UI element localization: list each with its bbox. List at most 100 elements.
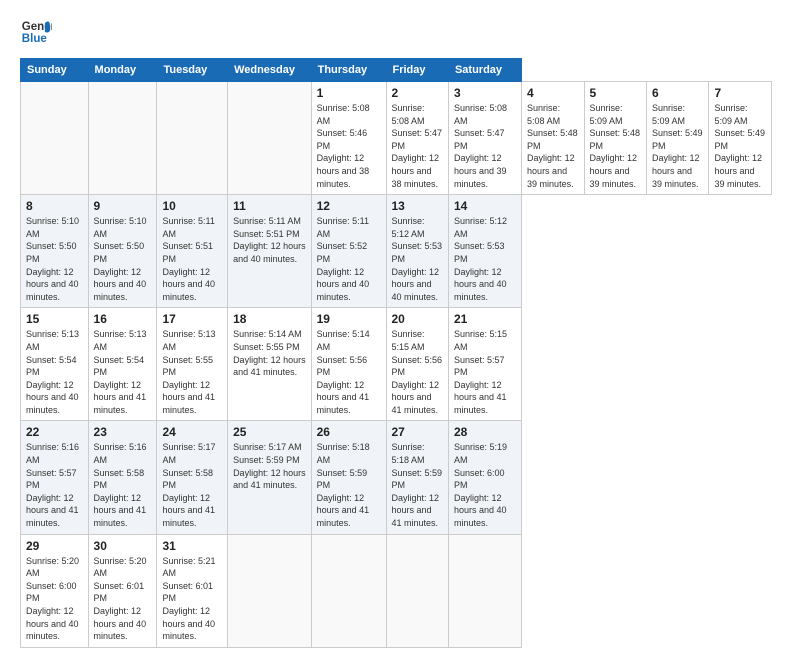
calendar-cell — [228, 534, 312, 647]
calendar-cell: 2 Sunrise: 5:08 AMSunset: 5:47 PMDaylight… — [386, 82, 448, 195]
calendar-cell: 13 Sunrise: 5:12 AMSunset: 5:53 PMDayligh… — [386, 195, 448, 308]
day-number: 1 — [317, 86, 381, 100]
calendar-cell — [386, 534, 448, 647]
calendar-cell: 10 Sunrise: 5:11 AMSunset: 5:51 PMDayligh… — [157, 195, 228, 308]
day-number: 2 — [392, 86, 443, 100]
calendar-cell: 20 Sunrise: 5:15 AMSunset: 5:56 PMDayligh… — [386, 308, 448, 421]
day-number: 15 — [26, 312, 83, 326]
logo: General Blue — [20, 16, 56, 48]
day-info: Sunrise: 5:13 AMSunset: 5:54 PMDaylight:… — [26, 328, 83, 416]
day-number: 13 — [392, 199, 443, 213]
day-info: Sunrise: 5:12 AMSunset: 5:53 PMDaylight:… — [392, 215, 443, 303]
calendar-cell: 24 Sunrise: 5:17 AMSunset: 5:58 PMDayligh… — [157, 421, 228, 534]
calendar-cell: 16Sunrise: 5:13 AMSunset: 5:54 PMDayligh… — [88, 308, 157, 421]
day-info: Sunrise: 5:08 AMSunset: 5:47 PMDaylight:… — [454, 102, 516, 190]
day-number: 27 — [392, 425, 443, 439]
day-info: Sunrise: 5:14 AMSunset: 5:55 PMDaylight:… — [233, 328, 306, 378]
day-info: Sunrise: 5:08 AMSunset: 5:47 PMDaylight:… — [392, 102, 443, 190]
day-info: Sunrise: 5:09 AMSunset: 5:49 PMDaylight:… — [652, 102, 703, 190]
day-number: 17 — [162, 312, 222, 326]
header: General Blue — [20, 16, 772, 48]
day-number: 5 — [590, 86, 641, 100]
day-number: 21 — [454, 312, 516, 326]
day-number: 7 — [714, 86, 766, 100]
day-number: 9 — [94, 199, 152, 213]
header-saturday: Saturday — [448, 59, 521, 82]
day-number: 26 — [317, 425, 381, 439]
calendar-cell: 27 Sunrise: 5:18 AMSunset: 5:59 PMDayligh… — [386, 421, 448, 534]
calendar-cell: 15 Sunrise: 5:13 AMSunset: 5:54 PMDayligh… — [21, 308, 89, 421]
calendar-week-4: 22 Sunrise: 5:16 AMSunset: 5:57 PMDayligh… — [21, 421, 772, 534]
day-number: 22 — [26, 425, 83, 439]
day-info: Sunrise: 5:09 AMSunset: 5:48 PMDaylight:… — [590, 102, 641, 190]
day-info: Sunrise: 5:20 AMSunset: 6:01 PMDaylight:… — [94, 555, 152, 643]
calendar-cell: 14Sunrise: 5:12 AMSunset: 5:53 PMDayligh… — [448, 195, 521, 308]
day-number: 25 — [233, 425, 306, 439]
day-number: 19 — [317, 312, 381, 326]
day-number: 30 — [94, 539, 152, 553]
day-number: 28 — [454, 425, 516, 439]
calendar-cell: 8 Sunrise: 5:10 AMSunset: 5:50 PMDaylight… — [21, 195, 89, 308]
day-info: Sunrise: 5:20 AMSunset: 6:00 PMDaylight:… — [26, 555, 83, 643]
calendar-cell — [311, 534, 386, 647]
calendar-cell: 19 Sunrise: 5:14 AMSunset: 5:56 PMDayligh… — [311, 308, 386, 421]
day-info: Sunrise: 5:18 AMSunset: 5:59 PMDaylight:… — [392, 441, 443, 529]
calendar-week-5: 29 Sunrise: 5:20 AMSunset: 6:00 PMDayligh… — [21, 534, 772, 647]
day-number: 8 — [26, 199, 83, 213]
day-info: Sunrise: 5:11 AMSunset: 5:51 PMDaylight:… — [162, 215, 222, 303]
day-number: 12 — [317, 199, 381, 213]
day-info: Sunrise: 5:15 AMSunset: 5:57 PMDaylight:… — [454, 328, 516, 416]
day-info: Sunrise: 5:10 AMSunset: 5:50 PMDaylight:… — [26, 215, 83, 303]
day-info: Sunrise: 5:19 AMSunset: 6:00 PMDaylight:… — [454, 441, 516, 529]
day-number: 6 — [652, 86, 703, 100]
header-monday: Monday — [88, 59, 157, 82]
calendar-cell: 18Sunrise: 5:14 AMSunset: 5:55 PMDayligh… — [228, 308, 312, 421]
calendar-cell — [157, 82, 228, 195]
calendar-cell: 5 Sunrise: 5:09 AMSunset: 5:48 PMDaylight… — [584, 82, 646, 195]
calendar-cell: 25Sunrise: 5:17 AMSunset: 5:59 PMDayligh… — [228, 421, 312, 534]
day-number: 10 — [162, 199, 222, 213]
calendar-cell: 17 Sunrise: 5:13 AMSunset: 5:55 PMDayligh… — [157, 308, 228, 421]
calendar-cell — [448, 534, 521, 647]
day-number: 23 — [94, 425, 152, 439]
day-info: Sunrise: 5:21 AMSunset: 6:01 PMDaylight:… — [162, 555, 222, 643]
calendar-week-2: 8 Sunrise: 5:10 AMSunset: 5:50 PMDaylight… — [21, 195, 772, 308]
calendar-cell: 22 Sunrise: 5:16 AMSunset: 5:57 PMDayligh… — [21, 421, 89, 534]
calendar-cell — [228, 82, 312, 195]
calendar-cell — [21, 82, 89, 195]
calendar-week-1: 1Sunrise: 5:08 AMSunset: 5:46 PMDaylight… — [21, 82, 772, 195]
calendar-header-row: SundayMondayTuesdayWednesdayThursdayFrid… — [21, 59, 772, 82]
day-number: 16 — [94, 312, 152, 326]
day-info: Sunrise: 5:11 AMSunset: 5:52 PMDaylight:… — [317, 215, 381, 303]
day-info: Sunrise: 5:13 AMSunset: 5:55 PMDaylight:… — [162, 328, 222, 416]
day-info: Sunrise: 5:18 AMSunset: 5:59 PMDaylight:… — [317, 441, 381, 529]
calendar-cell: 31Sunrise: 5:21 AMSunset: 6:01 PMDayligh… — [157, 534, 228, 647]
calendar-cell: 9 Sunrise: 5:10 AMSunset: 5:50 PMDaylight… — [88, 195, 157, 308]
calendar-cell: 12 Sunrise: 5:11 AMSunset: 5:52 PMDayligh… — [311, 195, 386, 308]
day-info: Sunrise: 5:10 AMSunset: 5:50 PMDaylight:… — [94, 215, 152, 303]
calendar-cell: 30 Sunrise: 5:20 AMSunset: 6:01 PMDayligh… — [88, 534, 157, 647]
day-number: 20 — [392, 312, 443, 326]
calendar-cell: 21 Sunrise: 5:15 AMSunset: 5:57 PMDayligh… — [448, 308, 521, 421]
day-info: Sunrise: 5:17 AMSunset: 5:58 PMDaylight:… — [162, 441, 222, 529]
calendar-cell: 26 Sunrise: 5:18 AMSunset: 5:59 PMDayligh… — [311, 421, 386, 534]
header-wednesday: Wednesday — [228, 59, 312, 82]
calendar-cell: 28 Sunrise: 5:19 AMSunset: 6:00 PMDayligh… — [448, 421, 521, 534]
day-info: Sunrise: 5:11 AMSunset: 5:51 PMDaylight:… — [233, 215, 306, 265]
calendar-cell: 11 Sunrise: 5:11 AMSunset: 5:51 PMDayligh… — [228, 195, 312, 308]
calendar-cell: 1Sunrise: 5:08 AMSunset: 5:46 PMDaylight… — [311, 82, 386, 195]
header-tuesday: Tuesday — [157, 59, 228, 82]
calendar-cell — [88, 82, 157, 195]
calendar-cell: 6 Sunrise: 5:09 AMSunset: 5:49 PMDaylight… — [646, 82, 708, 195]
day-number: 24 — [162, 425, 222, 439]
header-thursday: Thursday — [311, 59, 386, 82]
day-number: 29 — [26, 539, 83, 553]
calendar-cell: 3Sunrise: 5:08 AMSunset: 5:47 PMDaylight… — [448, 82, 521, 195]
day-info: Sunrise: 5:14 AMSunset: 5:56 PMDaylight:… — [317, 328, 381, 416]
day-info: Sunrise: 5:15 AMSunset: 5:56 PMDaylight:… — [392, 328, 443, 416]
header-sunday: Sunday — [21, 59, 89, 82]
day-info: Sunrise: 5:16 AMSunset: 5:57 PMDaylight:… — [26, 441, 83, 529]
day-number: 11 — [233, 199, 306, 213]
day-info: Sunrise: 5:16 AMSunset: 5:58 PMDaylight:… — [94, 441, 152, 529]
header-friday: Friday — [386, 59, 448, 82]
